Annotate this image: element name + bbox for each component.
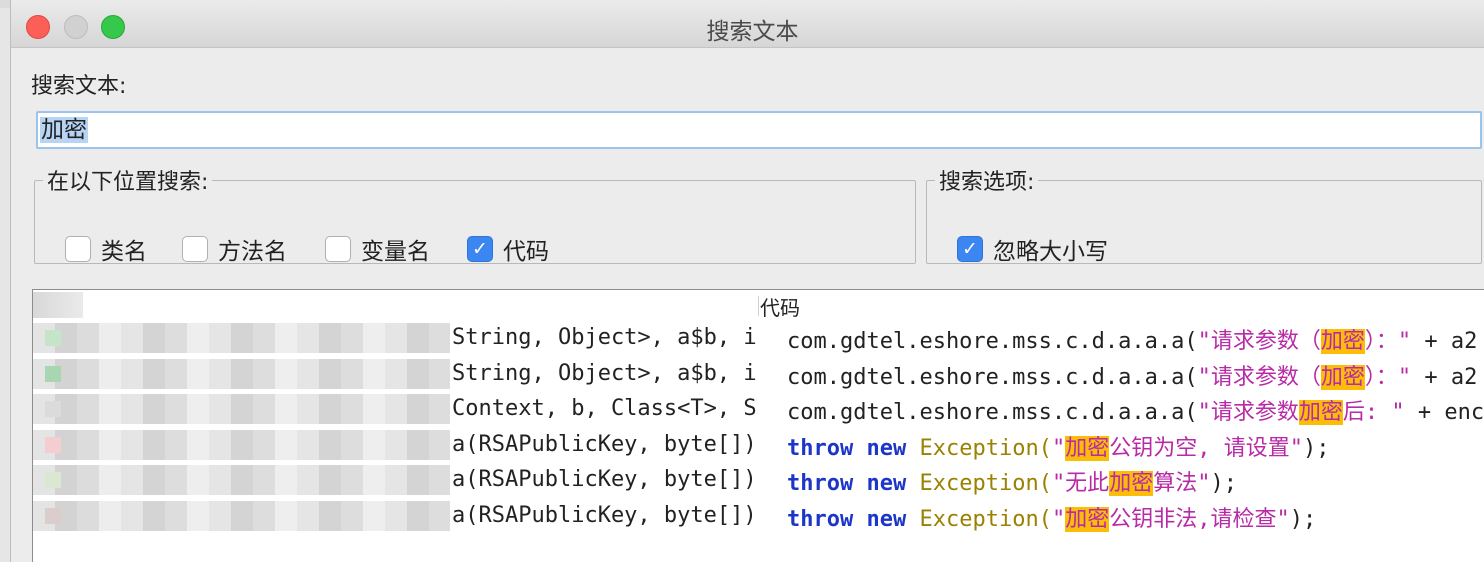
table-row[interactable]: a(RSAPublicKey, byte[]) throw new Excepti…	[33, 499, 1484, 534]
code-token: com.gdtel.eshore.mss.c.d.a.a.a(	[787, 364, 1198, 390]
checkbox-box[interactable]	[182, 236, 208, 262]
code-snippet: com.gdtel.eshore.mss.c.d.a.a.a("请求参数加密后:…	[787, 394, 1484, 426]
code-token: 公钥非法,请检查"	[1109, 506, 1290, 532]
search-options-legend: 搜索选项:	[939, 170, 1035, 195]
code-token: "无此	[1051, 471, 1110, 496]
column-divider[interactable]	[758, 296, 759, 316]
code-snippet: com.gdtel.eshore.mss.c.d.a.a.a("请求参数（加密）…	[787, 323, 1477, 355]
ignore-case-checkbox[interactable]: ✓ 忽略大小写	[957, 232, 1108, 266]
code-token: new	[866, 435, 907, 461]
code-token: "请求参数（	[1197, 329, 1321, 354]
code-token: com.gdtel.eshore.mss.c.d.a.a.a(	[787, 400, 1198, 425]
code-token: + a2	[1411, 364, 1478, 390]
blurred-node-icon	[45, 401, 61, 417]
code-token: "	[1051, 435, 1066, 461]
table-row[interactable]: a(RSAPublicKey, byte[]) throw new Excepti…	[33, 463, 1484, 498]
code-token: );	[1210, 471, 1237, 496]
window-title: 搜索文本	[706, 19, 799, 45]
code-token: throw	[787, 435, 854, 461]
code-token: throw	[787, 471, 854, 496]
title-bar: 搜索文本	[11, 0, 1484, 48]
method-signature: a(RSAPublicKey, byte[])	[452, 467, 757, 492]
code-token: new	[866, 506, 907, 532]
method-signature: a(RSAPublicKey, byte[])	[452, 502, 757, 528]
code-token: throw	[787, 506, 854, 532]
match-highlight: 加密	[1320, 364, 1365, 390]
code-token: );	[1289, 506, 1317, 532]
table-row[interactable]: String, Object>, a$b, in com.gdtel.eshore…	[33, 321, 1484, 356]
search-location-group: 在以下位置搜索: 类名 方法名 变量名 ✓ 代码	[34, 164, 916, 266]
checkbox-label: 类名	[101, 239, 147, 265]
code-token: new	[866, 471, 907, 496]
table-row[interactable]: a(RSAPublicKey, byte[]) throw new Excepti…	[33, 428, 1484, 463]
search-input[interactable]: 加密	[36, 111, 1482, 149]
blurred-location-cell	[33, 394, 450, 424]
code-token: 算法"	[1153, 471, 1211, 496]
code-token: + enco	[1417, 400, 1484, 425]
code-checkbox[interactable]: ✓ 代码	[467, 232, 549, 266]
checkbox-label: 方法名	[218, 239, 287, 265]
code-snippet: throw new Exception("加密公钥为空, 请设置");	[787, 430, 1329, 462]
checkbox-label: 忽略大小写	[993, 239, 1108, 265]
blurred-node-icon	[45, 330, 61, 346]
code-token: Exception(	[906, 471, 1052, 496]
code-token: Exception(	[906, 506, 1052, 532]
table-row[interactable]: String, Object>, a$b, in com.gdtel.eshore…	[33, 357, 1484, 392]
checkmark-icon[interactable]: ✓	[467, 236, 493, 262]
blurred-location-cell	[33, 358, 450, 389]
match-highlight: 加密	[1065, 435, 1110, 461]
code-token: "请求参数（	[1197, 364, 1321, 390]
match-highlight: 加密	[1109, 471, 1154, 496]
blurred-location-cell	[33, 323, 450, 353]
table-row[interactable]: Context, b, Class<T>, St com.gdtel.eshore…	[33, 392, 1484, 427]
code-token: 公钥为空, 请设置"	[1109, 435, 1303, 461]
code-token: com.gdtel.eshore.mss.c.d.a.a.a(	[787, 329, 1198, 354]
code-token: ）："	[1364, 329, 1412, 354]
blurred-node-icon	[45, 507, 61, 524]
blurred-node-icon	[45, 365, 61, 382]
variable-name-checkbox[interactable]: 变量名	[325, 232, 430, 266]
search-location-legend: 在以下位置搜索:	[47, 170, 209, 195]
method-signature: Context, b, Class<T>, St	[452, 396, 758, 421]
search-text-dialog: 搜索文本 搜索文本: 加密 在以下位置搜索: 类名 方法名 变量名 ✓ 代码 搜…	[10, 0, 1484, 562]
class-name-checkbox[interactable]: 类名	[65, 232, 147, 266]
match-highlight: 加密	[1065, 506, 1110, 532]
blurred-node-icon	[45, 472, 61, 488]
method-name-checkbox[interactable]: 方法名	[182, 232, 287, 266]
checkbox-box[interactable]	[325, 236, 351, 262]
blurred-location-cell	[33, 465, 450, 495]
method-signature: a(RSAPublicKey, byte[])	[452, 431, 757, 457]
code-snippet: throw new Exception("加密公钥非法,请检查");	[787, 501, 1316, 533]
blurred-location-cell	[33, 429, 450, 460]
code-token: Exception(	[906, 435, 1052, 461]
search-label: 搜索文本:	[31, 74, 127, 99]
search-options-group: 搜索选项: ✓ 忽略大小写	[926, 164, 1482, 266]
search-results-table[interactable]: 代码 String, Object>, a$b, in com.gdtel.esh…	[32, 289, 1484, 562]
method-signature: String, Object>, a$b, in	[452, 325, 758, 350]
code-snippet: throw new Exception("无此加密算法");	[787, 465, 1237, 497]
blurred-node-icon	[45, 436, 61, 453]
code-token: + a2	[1411, 329, 1478, 354]
match-highlight: 加密	[1320, 329, 1365, 354]
blurred-header	[33, 292, 83, 318]
code-token: ）："	[1364, 364, 1412, 390]
code-token: 后: "	[1342, 400, 1405, 425]
code-token: "请求参数	[1197, 400, 1299, 425]
code-token: "	[1051, 506, 1066, 532]
search-input-value[interactable]: 加密	[40, 117, 88, 143]
code-token: );	[1302, 435, 1330, 461]
checkmark-icon[interactable]: ✓	[957, 236, 983, 262]
checkbox-box[interactable]	[65, 236, 91, 262]
match-highlight: 加密	[1298, 400, 1343, 425]
method-signature: String, Object>, a$b, in	[452, 360, 758, 386]
code-snippet: com.gdtel.eshore.mss.c.d.a.a.a("请求参数（加密）…	[787, 359, 1477, 391]
checkbox-label: 变量名	[361, 239, 430, 265]
blurred-location-cell	[33, 500, 450, 531]
code-column-header[interactable]: 代码	[760, 292, 800, 321]
checkbox-label: 代码	[503, 239, 549, 265]
